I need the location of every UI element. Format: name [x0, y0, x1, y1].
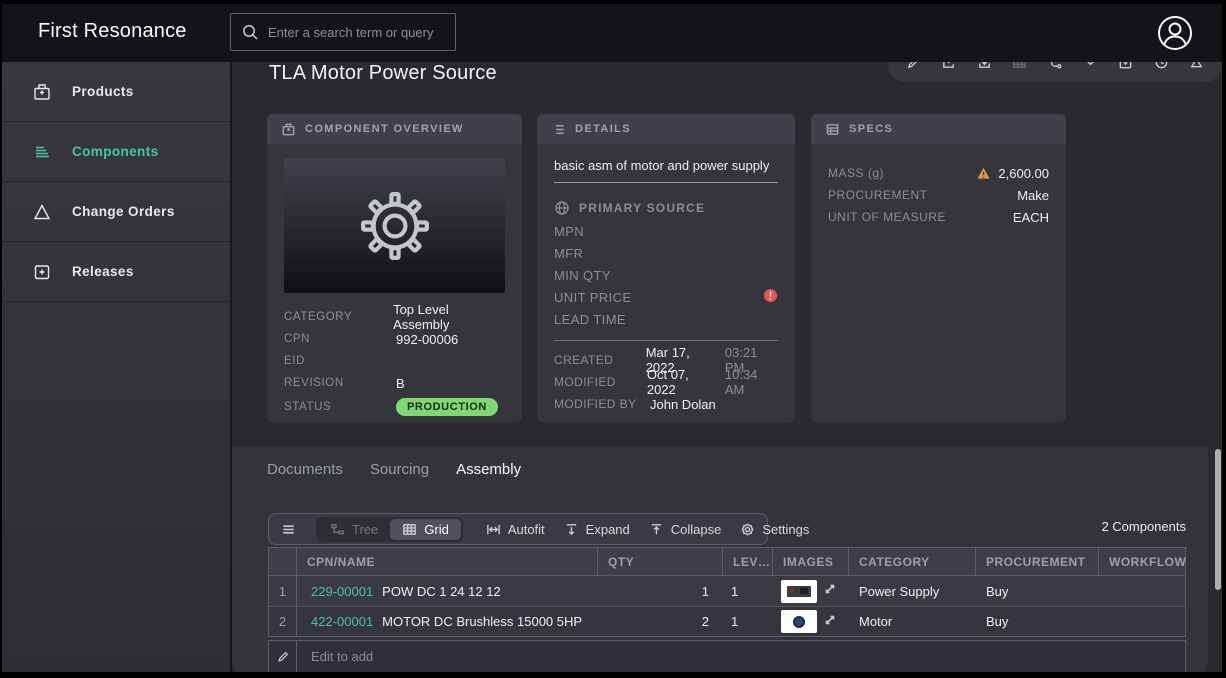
expand-icon [564, 522, 579, 537]
tab-assembly[interactable]: Assembly [456, 461, 521, 478]
autofit-icon [486, 522, 501, 537]
expand-image-icon[interactable] [824, 613, 836, 631]
menu-button[interactable] [279, 519, 298, 540]
col-cpn-name[interactable]: CPN/NAME [297, 548, 598, 575]
tree-icon [330, 522, 345, 537]
motor-thumbnail[interactable] [781, 610, 817, 633]
sidebar: Products Components Change Orders Releas… [2, 62, 232, 672]
search-box[interactable] [230, 13, 456, 51]
package-icon [281, 122, 296, 137]
field-category: CATEGORY Top Level Assembly [284, 306, 505, 328]
table-row[interactable]: 1 229-00001 POW DC 1 24 12 12 1 1 Power … [269, 576, 1185, 606]
warning-icon[interactable] [976, 166, 991, 181]
view-toggle: Tree Grid [316, 517, 463, 542]
autofit-button[interactable]: Autofit [481, 519, 550, 540]
col-procurement[interactable]: PROCUREMENT [976, 548, 1099, 575]
card-title: DETAILS [575, 123, 631, 135]
collapse-icon [649, 522, 664, 537]
app-frame: TLA Motor Power Source COMPONENT OVERVIE… [2, 4, 1222, 672]
spec-procurement: PROCUREMENT Make [828, 184, 1049, 206]
details-card: DETAILS basic asm of motor and power sup… [537, 114, 795, 422]
assembly-table: CPN/NAME QTY LEV… IMAGES CATEGORY PROCUR… [268, 547, 1186, 672]
sidebar-item-products[interactable]: Products [2, 62, 230, 122]
components-count: 2 Components [1101, 519, 1186, 534]
app-window: TLA Motor Power Source COMPONENT OVERVIE… [0, 0, 1226, 678]
table-row[interactable]: 2 422-00001 MOTOR DC Brushless 15000 5HP… [269, 606, 1185, 636]
status-badge: PRODUCTION [396, 398, 498, 416]
edit-to-add-field[interactable]: Edit to add [297, 649, 1185, 664]
page-title: TLA Motor Power Source [269, 62, 497, 85]
expand-image-icon[interactable] [824, 582, 836, 600]
table-icon [825, 122, 840, 137]
gear-icon [356, 187, 434, 265]
col-images[interactable]: IMAGES [773, 548, 849, 575]
primary-source-header: PRIMARY SOURCE [554, 196, 778, 220]
component-image-placeholder[interactable] [284, 158, 505, 293]
col-category[interactable]: CATEGORY [849, 548, 976, 575]
field-revision: REVISION B [284, 372, 505, 394]
hamburger-icon [281, 522, 296, 537]
col-level[interactable]: LEV… [723, 548, 773, 575]
tab-sourcing[interactable]: Sourcing [370, 461, 429, 478]
grid-icon [402, 522, 417, 537]
settings-button[interactable]: Settings [735, 519, 814, 540]
cpn-link[interactable]: 229-00001 [311, 584, 373, 599]
layers-icon [32, 142, 52, 162]
gear-icon [740, 522, 755, 537]
power-supply-thumbnail[interactable] [781, 580, 817, 603]
meta-modified: MODIFIED Oct 07, 2022 10:34 AM [554, 371, 778, 393]
assembly-panel: Documents Sourcing Assembly Tree Grid [232, 447, 1208, 672]
error-icon[interactable] [763, 288, 778, 306]
package-icon [32, 82, 52, 102]
list-icon [551, 122, 566, 137]
sidebar-item-components[interactable]: Components [2, 122, 230, 182]
user-avatar[interactable] [1156, 14, 1194, 52]
tab-documents[interactable]: Documents [267, 461, 343, 478]
spec-mass: MASS (g) 2,600.00 [828, 162, 1049, 184]
field-lead-time: LEAD TIME [554, 308, 778, 330]
detail-tabs: Documents Sourcing Assembly [267, 461, 521, 478]
card-title: COMPONENT OVERVIEW [305, 123, 464, 135]
grid-toolbar: Tree Grid Autofit Expand [268, 513, 768, 545]
sidebar-item-releases[interactable]: Releases [2, 242, 230, 302]
grid-view-button[interactable]: Grid [390, 519, 461, 540]
component-overview-card: COMPONENT OVERVIEW [267, 114, 522, 422]
globe-icon [554, 200, 570, 216]
search-icon [241, 23, 259, 41]
cpn-link[interactable]: 422-00001 [311, 614, 373, 629]
vertical-scrollbar[interactable] [1215, 449, 1221, 590]
col-qty[interactable]: QTY [598, 548, 723, 575]
top-bar: First Resonance [2, 4, 1222, 62]
box-plus-icon [32, 262, 52, 282]
main-content: TLA Motor Power Source COMPONENT OVERVIE… [232, 62, 1222, 672]
tree-view-button[interactable]: Tree [318, 519, 390, 540]
delta-icon [32, 202, 52, 222]
field-eid: EID [284, 350, 505, 372]
collapse-button[interactable]: Collapse [644, 519, 727, 540]
col-workflow[interactable]: WORKFLOW S [1099, 548, 1187, 575]
component-description[interactable]: basic asm of motor and power supply [554, 158, 778, 183]
card-title: SPECS [849, 123, 893, 135]
field-mfr: MFR [554, 242, 778, 264]
divider [554, 340, 778, 341]
pencil-icon[interactable] [269, 641, 297, 672]
expand-button[interactable]: Expand [559, 519, 635, 540]
field-mpn: MPN [554, 220, 778, 242]
sidebar-item-change-orders[interactable]: Change Orders [2, 182, 230, 242]
field-unit-price: UNIT PRICE [554, 286, 778, 308]
add-component-row[interactable]: Edit to add [268, 640, 1186, 672]
spec-unit-of-measure: UNIT OF MEASURE EACH [828, 206, 1049, 228]
field-status: STATUS PRODUCTION [284, 394, 505, 420]
specs-card: SPECS MASS (g) 2,600.00 PROCUREMENT Make… [811, 114, 1066, 422]
search-input[interactable] [268, 25, 445, 40]
table-header: CPN/NAME QTY LEV… IMAGES CATEGORY PROCUR… [268, 547, 1186, 576]
app-logo[interactable]: First Resonance [38, 20, 187, 43]
field-min-qty: MIN QTY [554, 264, 778, 286]
